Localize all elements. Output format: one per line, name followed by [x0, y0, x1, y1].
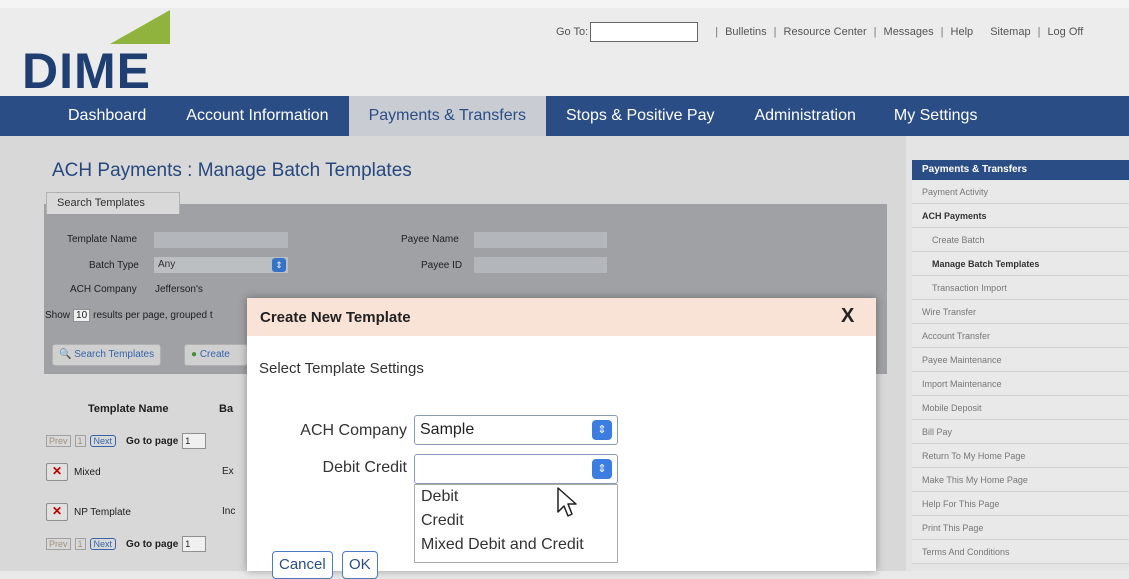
- option-credit[interactable]: Credit: [415, 509, 617, 533]
- nav-stops-positive-pay[interactable]: Stops & Positive Pay: [546, 96, 735, 136]
- messages-link[interactable]: Messages: [884, 26, 934, 38]
- sidebar-item[interactable]: Import Maintenance: [912, 372, 1129, 396]
- log-off-link[interactable]: Log Off: [1047, 26, 1083, 38]
- sidebar-header: Payments & Transfers: [912, 160, 1129, 180]
- dialog-subtitle: Select Template Settings: [259, 360, 424, 377]
- create-template-dialog: Create New Template X Select Template Se…: [247, 298, 876, 579]
- nav-payments-transfers[interactable]: Payments & Transfers: [348, 96, 546, 136]
- sidebar-item[interactable]: Mobile Deposit: [912, 396, 1129, 420]
- sidebar-item[interactable]: Bill Pay: [912, 420, 1129, 444]
- nav-dashboard[interactable]: Dashboard: [48, 96, 166, 136]
- chevron-updown-icon: ⇕: [592, 420, 612, 440]
- logo-wedge-icon: [110, 10, 170, 44]
- ach-company-select[interactable]: Sample ⇕: [414, 415, 618, 445]
- sidebar-item[interactable]: Return To My Home Page: [912, 444, 1129, 468]
- sidebar-item[interactable]: Make This My Home Page: [912, 468, 1129, 492]
- ach-company-dialog-label: ACH Company: [300, 422, 407, 439]
- nav-administration[interactable]: Administration: [734, 96, 875, 136]
- option-debit[interactable]: Debit: [415, 485, 617, 509]
- sidebar-item[interactable]: ACH Payments: [912, 204, 1129, 228]
- top-links-bar: Go To: | Bulletins | Resource Center | M…: [556, 22, 1083, 42]
- option-mixed-debit-credit[interactable]: Mixed Debit and Credit: [415, 533, 617, 557]
- dialog-title: Create New Template: [260, 309, 411, 326]
- close-icon[interactable]: X: [841, 305, 854, 328]
- cancel-button[interactable]: Cancel: [272, 551, 333, 579]
- nav-my-settings[interactable]: My Settings: [876, 96, 998, 136]
- sidebar-item[interactable]: Account Transfer: [912, 324, 1129, 348]
- goto-input[interactable]: [590, 22, 699, 42]
- debit-credit-select[interactable]: ⇕: [414, 454, 618, 484]
- help-link[interactable]: Help: [951, 26, 974, 38]
- sidebar-item[interactable]: Transaction Import: [912, 276, 1129, 300]
- ok-button[interactable]: OK: [342, 551, 378, 579]
- ach-company-select-value: Sample: [420, 421, 475, 438]
- main-nav: Dashboard Account Information Payments &…: [0, 96, 1129, 136]
- sidebar-item[interactable]: Payee Maintenance: [912, 348, 1129, 372]
- goto-label: Go To:: [556, 26, 589, 38]
- logo-text: DIME: [22, 43, 151, 99]
- sidebar-item[interactable]: Terms And Conditions: [912, 540, 1129, 564]
- debit-credit-dropdown: Debit Credit Mixed Debit and Credit: [414, 484, 618, 563]
- nav-account-information[interactable]: Account Information: [166, 96, 348, 136]
- sidebar-item[interactable]: Help For This Page: [912, 492, 1129, 516]
- bulletins-link[interactable]: Bulletins: [725, 26, 767, 38]
- resource-center-link[interactable]: Resource Center: [784, 26, 867, 38]
- sidebar-item[interactable]: Wire Transfer: [912, 300, 1129, 324]
- mouse-pointer-icon: [557, 487, 577, 517]
- sidebar-item[interactable]: Print This Page: [912, 516, 1129, 540]
- chevron-updown-icon: ⇕: [592, 459, 612, 479]
- debit-credit-label: Debit Credit: [322, 459, 407, 476]
- sitemap-link[interactable]: Sitemap: [990, 26, 1030, 38]
- sidebar-item[interactable]: Payment Activity: [912, 180, 1129, 204]
- dime-logo[interactable]: DIME: [22, 10, 172, 96]
- sidebar-item[interactable]: Manage Batch Templates: [912, 252, 1129, 276]
- sidebar-item[interactable]: Create Batch: [912, 228, 1129, 252]
